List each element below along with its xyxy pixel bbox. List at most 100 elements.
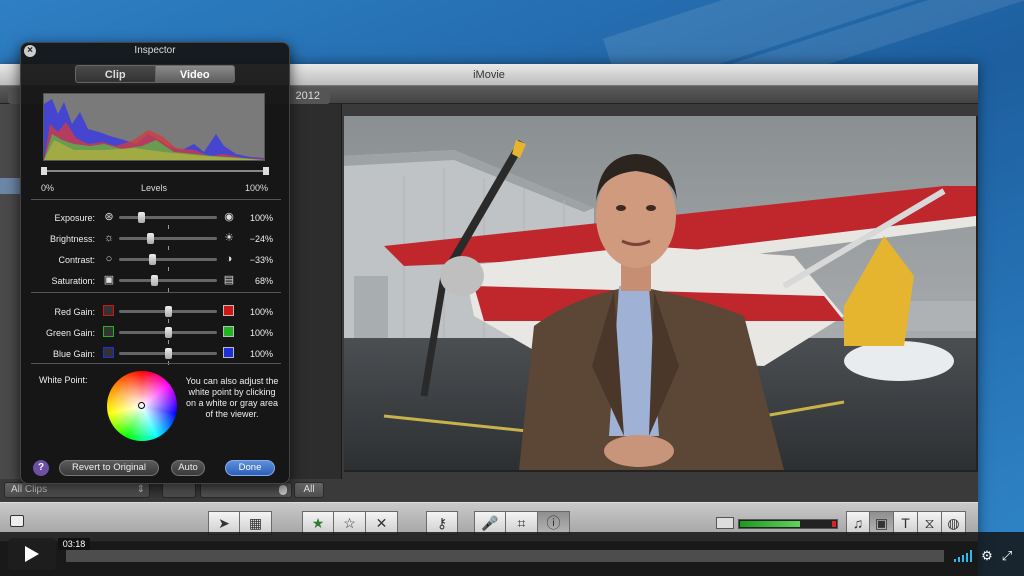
event-date: 2012 [295, 90, 320, 102]
gain-row: Green Gain: 100% [21, 326, 291, 344]
exposure-dot-icon: ◉ [224, 211, 234, 223]
inspector-title: Inspector [134, 45, 176, 56]
levels-label: Levels [141, 183, 168, 193]
play-icon [25, 546, 39, 562]
gray-swatch-icon: ▣ [103, 274, 115, 286]
audio-skim-icon[interactable] [716, 517, 734, 529]
selected-event[interactable] [0, 178, 20, 194]
gain-min-swatch [103, 347, 114, 358]
audio-level-meter [738, 519, 838, 529]
inspector-tabs: Clip Video [75, 65, 235, 83]
clips-filter-label: All Clips [11, 484, 48, 495]
slider-knob[interactable] [149, 254, 156, 265]
adjustment-row: Exposure: ⊛ ◉ 100% [21, 211, 291, 229]
slider-center-tick [168, 267, 169, 271]
white-point-label: White Point: [39, 375, 88, 385]
adjustment-row: Saturation: ▣ ▤ 68% [21, 274, 291, 292]
inspector-panel: × Inspector Clip Video 0% Levels 100% Ex… [20, 42, 290, 484]
adjustment-slider[interactable] [119, 275, 217, 292]
white-point-marker[interactable] [138, 402, 145, 409]
sun-large-icon: ☀ [224, 232, 234, 244]
timecode-tooltip: 03:18 [58, 538, 90, 550]
event-library-sidebar[interactable] [0, 104, 20, 479]
adjustment-label: Brightness: [49, 234, 95, 244]
gain-max-swatch [223, 326, 234, 337]
white-point-help-text: You can also adjust the white point by c… [185, 376, 279, 419]
gain-label: Blue Gain: [52, 349, 95, 359]
tab-video[interactable]: Video [155, 65, 235, 83]
section-divider [31, 363, 281, 364]
slider-center-tick [168, 246, 169, 250]
slider-center-tick [168, 225, 169, 229]
adjustment-label: Exposure: [54, 213, 95, 223]
camera-import-icon[interactable] [10, 515, 24, 527]
levels-slider-track[interactable] [43, 170, 267, 172]
slider-center-tick [168, 340, 169, 344]
histogram-graph [44, 99, 264, 160]
clip-zoom-slider[interactable] [200, 482, 292, 498]
chevron-updown-icon: ⇕ [136, 484, 145, 495]
gain-label: Red Gain: [54, 307, 95, 317]
adjustment-value: −24% [249, 234, 273, 244]
levels-max-label: 100% [245, 183, 269, 193]
playhead-info-button[interactable] [162, 482, 196, 498]
adjustment-row: Brightness: ☼ ☀ −24% [21, 232, 291, 250]
slider-knob[interactable] [151, 275, 158, 286]
levels-black-point-handle[interactable] [41, 167, 47, 175]
done-button[interactable]: Done [225, 460, 275, 476]
slider-knob[interactable] [138, 212, 145, 223]
fullscreen-icon[interactable]: ⤢ [998, 548, 1016, 564]
adjustment-row: Contrast: ○ ◑ −33% [21, 253, 291, 271]
help-button[interactable]: ? [33, 460, 49, 476]
gain-value: 100% [249, 307, 273, 317]
circle-outline-icon: ○ [105, 253, 113, 265]
viewer[interactable] [344, 116, 978, 472]
all-filter-button[interactable]: All [294, 482, 324, 498]
volume-icon[interactable] [954, 550, 974, 562]
tab-clip[interactable]: Clip [75, 65, 156, 83]
gain-max-swatch [223, 305, 234, 316]
video-frame[interactable] [344, 116, 976, 470]
audio-peak-indicator [832, 521, 836, 527]
gear-icon[interactable]: ⚙ [978, 548, 996, 564]
adjustment-value: −33% [249, 255, 273, 265]
auto-button[interactable]: Auto [171, 460, 205, 476]
slider-knob[interactable] [165, 348, 172, 359]
revert-to-original-button[interactable]: Revert to Original [59, 460, 159, 476]
exposure-aperture-icon: ⊛ [104, 211, 114, 223]
levels-white-point-handle[interactable] [263, 167, 269, 175]
gain-row: Blue Gain: 100% [21, 347, 291, 365]
gain-row: Red Gain: 100% [21, 305, 291, 323]
slider-center-tick [168, 319, 169, 323]
slider-knob[interactable] [165, 306, 172, 317]
gain-min-swatch [103, 326, 114, 337]
levels-min-label: 0% [41, 183, 55, 193]
section-divider [31, 199, 281, 200]
adjustment-slider[interactable] [119, 233, 217, 250]
adjustment-label: Saturation: [51, 276, 95, 286]
gain-min-swatch [103, 305, 114, 316]
gain-value: 100% [249, 349, 273, 359]
slider-knob[interactable] [165, 327, 172, 338]
zoom-slider-knob[interactable] [279, 485, 287, 495]
adjustment-slider[interactable] [119, 212, 217, 229]
half-circle-icon: ◑ [225, 253, 233, 265]
color-swatch-icon: ▤ [223, 274, 235, 286]
progress-bar[interactable] [66, 550, 944, 562]
gain-value: 100% [249, 328, 273, 338]
adjustment-value: 68% [254, 276, 273, 286]
play-button[interactable] [8, 538, 56, 570]
gain-label: Green Gain: [45, 328, 95, 338]
adjustment-slider[interactable] [119, 254, 217, 271]
gain-slider[interactable] [119, 348, 217, 365]
clips-filter-dropdown[interactable]: All Clips ⇕ [4, 482, 150, 498]
gain-slider[interactable] [119, 306, 217, 323]
audio-level-fill [740, 521, 800, 527]
section-divider [31, 292, 281, 293]
adjustment-label: Contrast: [58, 255, 95, 265]
sun-small-icon: ☼ [103, 232, 115, 244]
slider-knob[interactable] [147, 233, 154, 244]
gain-max-swatch [223, 347, 234, 358]
adjustment-value: 100% [249, 213, 273, 223]
gain-slider[interactable] [119, 327, 217, 344]
